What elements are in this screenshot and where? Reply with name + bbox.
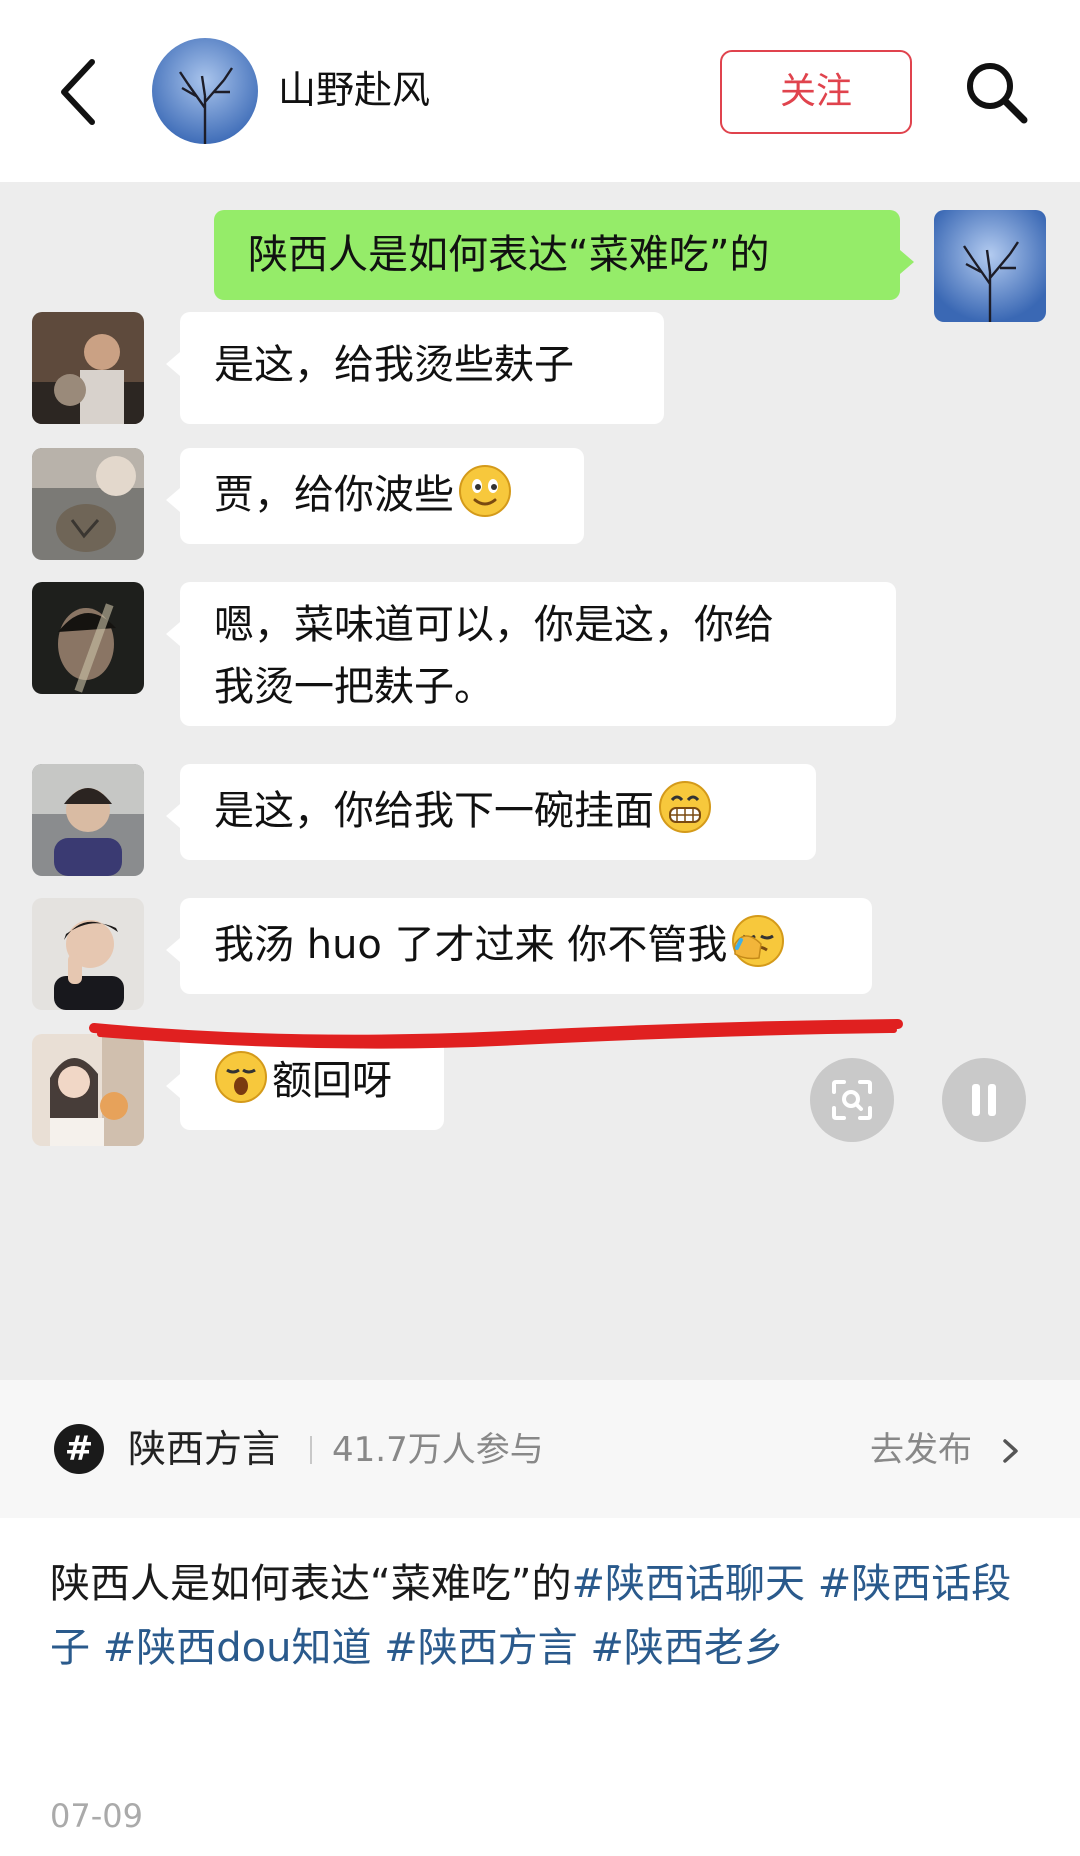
reply-text-4: 是这，你给我下一碗挂面 xyxy=(214,788,654,834)
hashtag-link[interactable]: #陕西话聊天 xyxy=(571,1561,805,1607)
reply-bubble-4: 是这，你给我下一碗挂面 xyxy=(166,764,816,860)
topic-name[interactable]: 陕西方言 xyxy=(128,1422,280,1476)
reply-text-3-line-1: 嗯，菜味道可以，你是这，你给 xyxy=(214,602,774,648)
hashtag-link[interactable]: #陕西老乡 xyxy=(590,1625,784,1671)
chat-screenshot: 陕西人是如何表达“菜难吃”的 是这，给我烫些麸子 贾，给你波些 嗯，菜味道可以，… xyxy=(0,182,1080,1380)
reply-bubble-2: 贾，给你波些 xyxy=(166,448,584,544)
reply-bubble-3: 嗯，菜味道可以，你是这，你给 我烫一把麸子。 xyxy=(166,582,896,726)
facepalm-emoji-icon xyxy=(732,915,785,967)
post-caption: 陕西人是如何表达“菜难吃”的#陕西话聊天 #陕西话段子 #陕西dou知道 #陕西… xyxy=(50,1552,1040,1680)
reply-text-5: 我汤 huo 了才过来 你不管我 xyxy=(214,922,728,968)
grin-emoji-icon xyxy=(659,781,711,833)
reply-text-1: 是这，给我烫些麸子 xyxy=(214,342,574,388)
pause-button[interactable] xyxy=(942,1058,1026,1142)
scan-button[interactable] xyxy=(810,1058,894,1142)
reply-text-2: 贾，给你波些 xyxy=(214,472,454,518)
topic-participants: 41.7万人参与 xyxy=(332,1430,544,1470)
sender-avatar xyxy=(934,210,1046,322)
post-date: 07-09 xyxy=(50,1797,143,1835)
question-bubble: 陕西人是如何表达“菜难吃”的 xyxy=(214,210,914,300)
smile-emoji-icon xyxy=(459,465,511,517)
topic-bar[interactable]: # 陕西方言 41.7万人参与 去发布 xyxy=(0,1380,1080,1518)
reply-text-6: 额回呀 xyxy=(272,1058,392,1104)
reply-bubble-5: 我汤 huo 了才过来 你不管我 xyxy=(166,898,872,994)
question-text: 陕西人是如何表达“菜难吃”的 xyxy=(248,232,770,278)
caption-text: 陕西人是如何表达“菜难吃”的 xyxy=(50,1561,572,1607)
red-underline-annotation xyxy=(89,1019,903,1049)
reply-avatar-1 xyxy=(32,312,144,424)
topic-divider xyxy=(310,1436,312,1464)
search-icon[interactable] xyxy=(960,56,1032,128)
scan-icon xyxy=(832,1080,872,1120)
hashtag-icon: # xyxy=(54,1424,104,1474)
reply-avatar-2 xyxy=(32,448,144,560)
post-button[interactable]: 去发布 xyxy=(870,1426,972,1474)
reply-bubble-1: 是这，给我烫些麸子 xyxy=(166,312,664,424)
chevron-right-icon[interactable] xyxy=(1000,1438,1022,1464)
hashtag-link[interactable]: #陕西方言 xyxy=(384,1625,578,1671)
pause-icon xyxy=(972,1084,996,1116)
author-avatar[interactable] xyxy=(152,38,258,144)
reply-avatar-3 xyxy=(32,582,144,694)
hashtag-link[interactable]: #陕西dou知道 xyxy=(103,1625,372,1671)
reply-avatar-5 xyxy=(32,898,144,1010)
chevron-left-icon[interactable] xyxy=(52,54,112,130)
follow-button[interactable]: 关注 xyxy=(720,50,912,134)
reply-avatar-4 xyxy=(32,764,144,876)
author-name[interactable]: 山野赴风 xyxy=(278,64,430,116)
reply-text-3-line-2: 我烫一把麸子。 xyxy=(214,664,494,710)
top-bar: 山野赴风 关注 xyxy=(0,0,1080,182)
